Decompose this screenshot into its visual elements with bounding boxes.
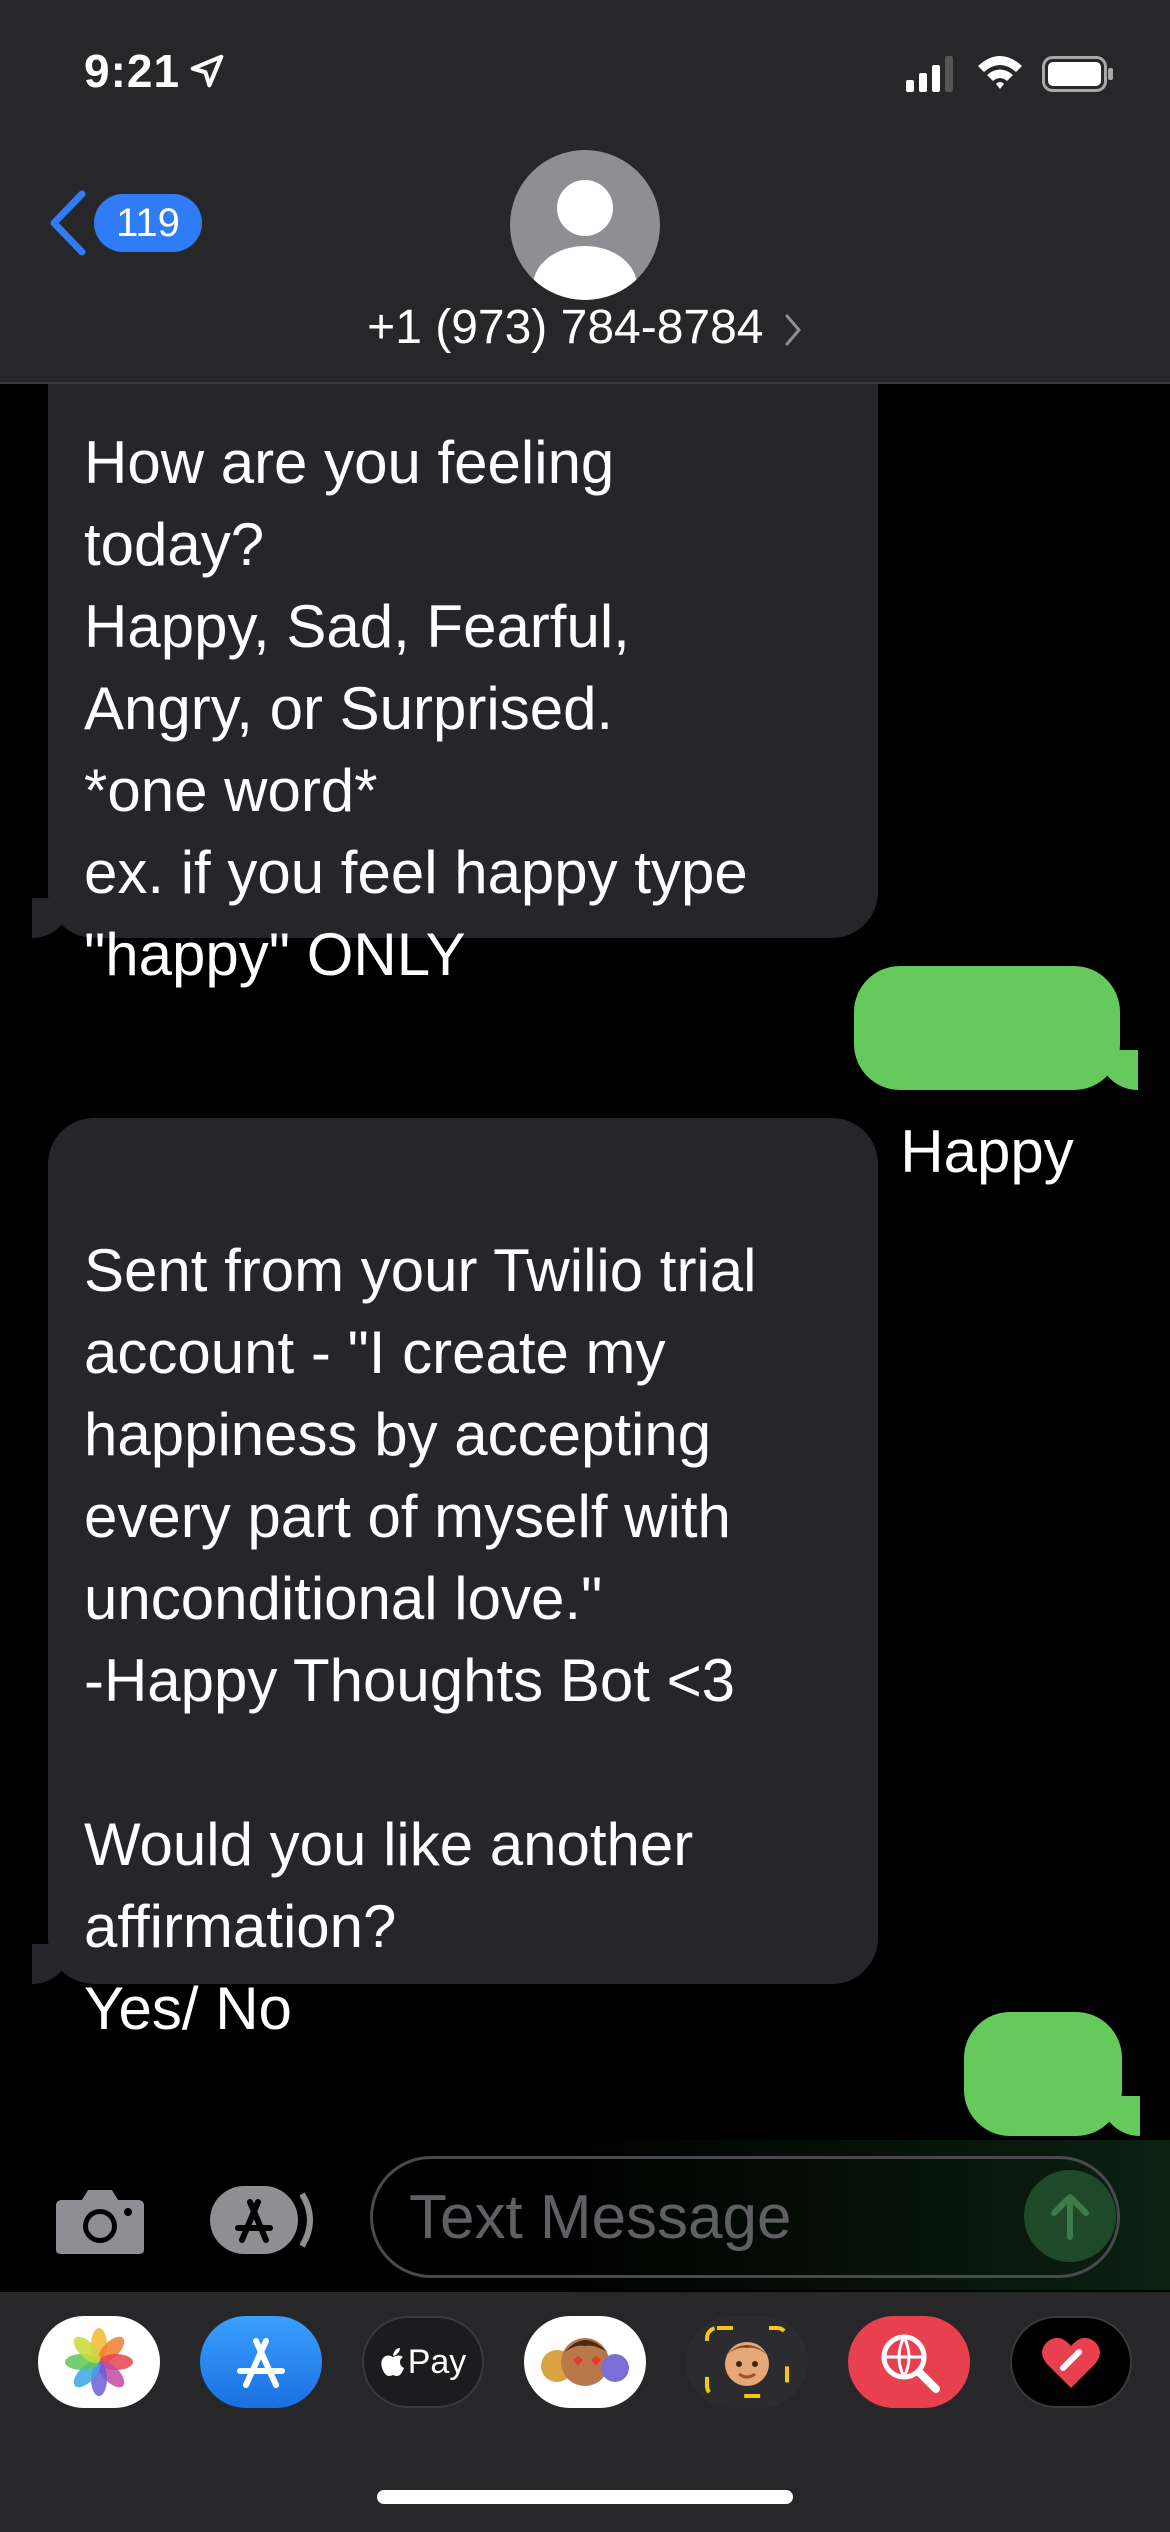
- message-bubble-outgoing[interactable]: Happy: [854, 966, 1120, 1185]
- web-search-app-icon[interactable]: [848, 2316, 970, 2408]
- arrow-up-icon: [1051, 2194, 1089, 2240]
- back-button[interactable]: 119: [48, 188, 202, 258]
- digital-touch-app-icon[interactable]: [1010, 2316, 1132, 2408]
- heart-icon: [1042, 2337, 1100, 2388]
- app-store-app-icon[interactable]: [200, 2316, 322, 2408]
- photos-app-icon[interactable]: [38, 2316, 160, 2408]
- animoji-app-icon[interactable]: [524, 2316, 646, 2408]
- home-indicator[interactable]: [377, 2490, 793, 2504]
- send-button[interactable]: [1024, 2170, 1116, 2262]
- memoji-face-icon: [705, 2326, 789, 2398]
- conversation-header: 9:21 119 +1 (973) 784-8784: [0, 0, 1170, 384]
- message-text: Happy: [900, 1118, 1074, 1185]
- photos-flower-icon: [65, 2328, 133, 2396]
- message-bubble-outgoing[interactable]: No: [964, 2012, 1122, 2231]
- apple-logo-icon: [381, 2348, 404, 2376]
- camera-icon[interactable]: [54, 2184, 146, 2256]
- message-bubble-incoming[interactable]: Sent from your Twilio trial account - "I…: [48, 1118, 878, 2042]
- chevron-left-icon: [50, 190, 86, 256]
- apple-pay-app-icon[interactable]: Pay: [362, 2316, 484, 2408]
- bubble-tail: [1100, 2096, 1140, 2136]
- person-silhouette-icon: [533, 180, 637, 300]
- memoji-app-icon[interactable]: [686, 2316, 808, 2408]
- contact-name-row[interactable]: +1 (973) 784-8784: [0, 300, 1170, 355]
- location-arrow-icon: [190, 54, 224, 88]
- chevron-right-icon: [785, 314, 801, 346]
- text-message-input[interactable]: [370, 2156, 1120, 2278]
- status-time: 9:21: [84, 45, 181, 97]
- app-store-drawer-icon[interactable]: [208, 2184, 320, 2256]
- message-text: How are you feeling today? Happy, Sad, F…: [84, 429, 748, 988]
- unread-count-badge: 119: [94, 194, 202, 252]
- contact-avatar[interactable]: [510, 150, 660, 300]
- bubble-tail: [1098, 1050, 1138, 1090]
- cellular-signal-icon: [906, 56, 953, 92]
- memoji-stickers-icon: [541, 2338, 629, 2386]
- battery-icon: [1042, 56, 1113, 92]
- wifi-icon: [978, 56, 1022, 89]
- apple-pay-label: Pay: [407, 2342, 467, 2381]
- message-bubble-incoming[interactable]: How are you feeling today? Happy, Sad, F…: [48, 296, 878, 988]
- globe-search-icon: [881, 2334, 940, 2393]
- bubble-tail: [32, 898, 72, 938]
- app-store-glyph-icon: [237, 2338, 285, 2388]
- bubble-tail: [32, 1944, 72, 1984]
- message-text: Sent from your Twilio trial account - "I…: [84, 1237, 757, 2042]
- contact-number: +1 (973) 784-8784: [367, 301, 764, 354]
